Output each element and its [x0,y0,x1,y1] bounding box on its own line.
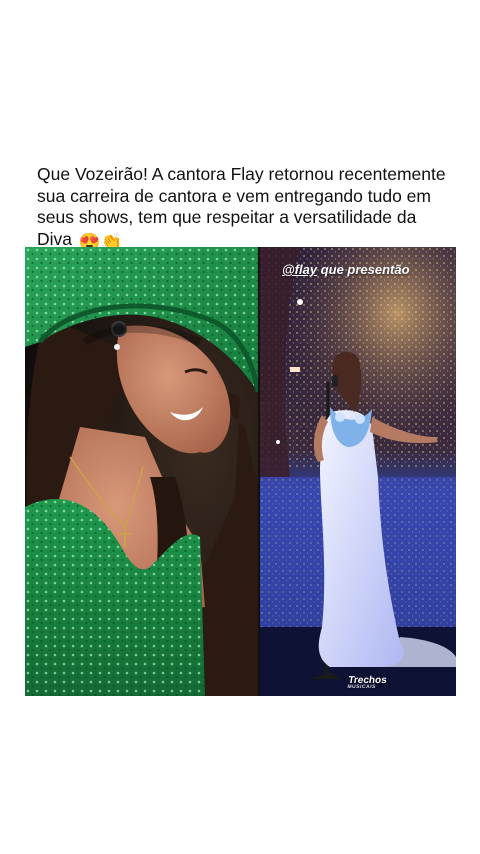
story-caption-overlay: @flay que presentão [282,262,410,277]
story-handle-link[interactable]: @flay [282,262,317,277]
left-photo-image [25,247,258,696]
right-photo[interactable]: @flay que presentão Trechos MUSICAIS [260,247,456,696]
post-screen: Que Vozeirão! A cantora Flay retornou re… [0,0,480,854]
photo-collage[interactable]: @flay que presentão Trechos MUSICAIS [25,247,456,696]
right-photo-image [260,247,456,696]
post-caption: Que Vozeirão! A cantora Flay retornou re… [37,164,452,253]
watermark-subtitle: MUSICAIS [346,684,377,690]
trechos-musicais-watermark: Trechos MUSICAIS [347,675,387,690]
story-text: que presentão [320,262,410,277]
left-photo[interactable] [25,247,258,696]
